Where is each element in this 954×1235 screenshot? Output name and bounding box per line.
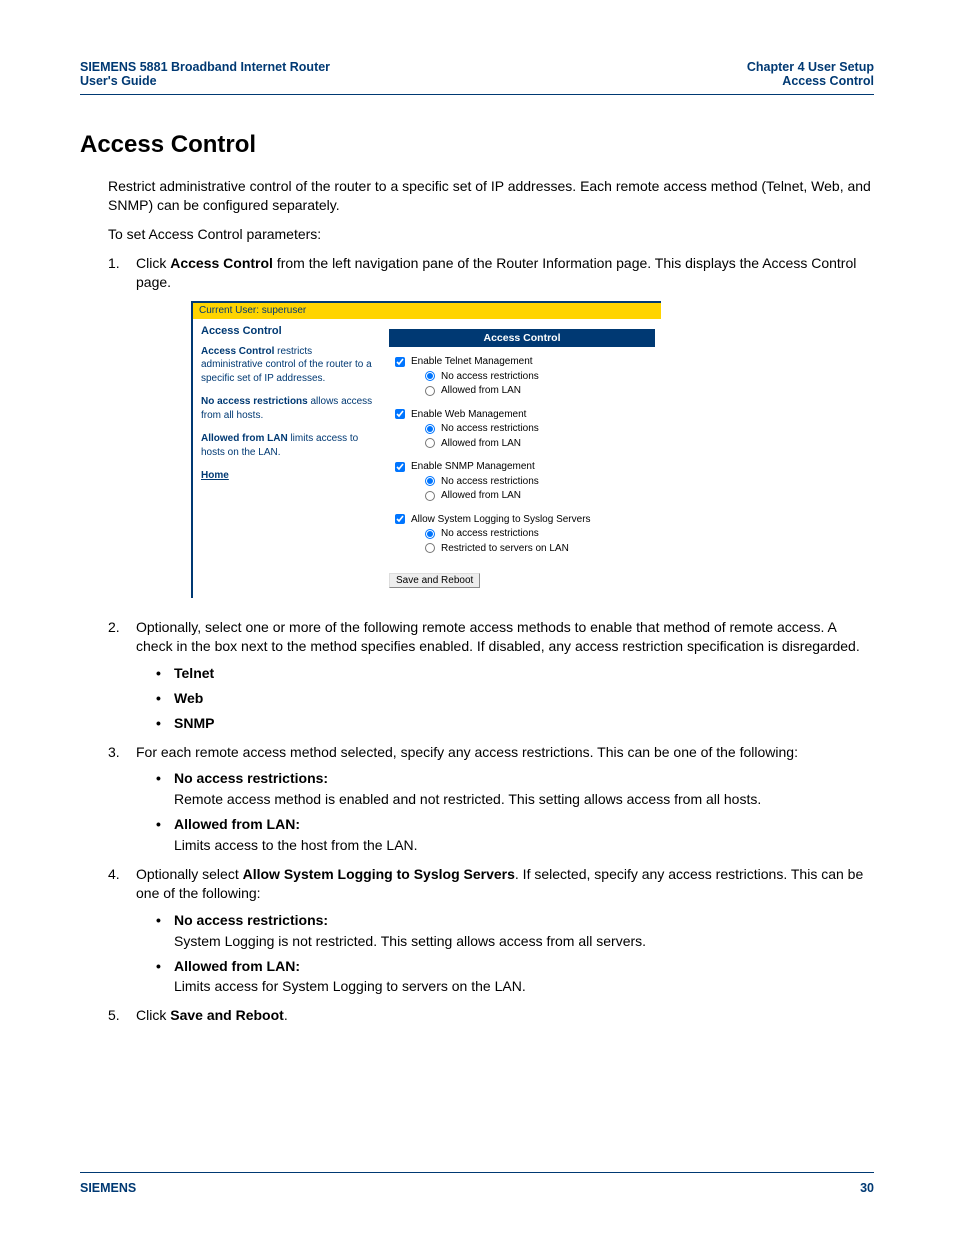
web-checkbox[interactable] bbox=[395, 409, 405, 419]
group-web: Enable Web Management No access restrict… bbox=[389, 408, 655, 451]
snmp-radio-lan[interactable] bbox=[425, 491, 435, 501]
syslog-radio-lan[interactable] bbox=[425, 543, 435, 553]
step-1-text-pre: Click bbox=[136, 255, 170, 271]
header-chapter: Chapter 4 User Setup bbox=[747, 60, 874, 74]
step-5: 5. Click Save and Reboot. bbox=[108, 1006, 874, 1025]
step-2: 2. Optionally, select one or more of the… bbox=[108, 618, 874, 732]
telnet-radio-noacc[interactable] bbox=[425, 371, 435, 381]
term-no-restrictions: No access restrictions bbox=[201, 396, 308, 407]
syslog-checkbox[interactable] bbox=[395, 514, 405, 524]
web-radio-noacc-label: No access restrictions bbox=[441, 422, 539, 436]
group-syslog: Allow System Logging to Syslog Servers N… bbox=[389, 513, 655, 556]
telnet-label: Enable Telnet Management bbox=[411, 355, 533, 369]
telnet-checkbox[interactable] bbox=[395, 357, 405, 367]
intro-paragraph-2: To set Access Control parameters: bbox=[108, 225, 874, 244]
step-4-item-lan: Allowed from LAN: Limits access for Syst… bbox=[156, 957, 874, 997]
intro-paragraph-1: Restrict administrative control of the r… bbox=[108, 177, 874, 215]
step-5-text-post: . bbox=[284, 1007, 288, 1023]
group-snmp: Enable SNMP Management No access restric… bbox=[389, 460, 655, 503]
access-control-screenshot: Current User: superuser Access Control A… bbox=[191, 301, 661, 598]
step-1: 1. Click Access Control from the left na… bbox=[108, 254, 874, 598]
snmp-radio-lan-label: Allowed from LAN bbox=[441, 489, 521, 503]
web-radio-lan-label: Allowed from LAN bbox=[441, 437, 521, 451]
web-label: Enable Web Management bbox=[411, 408, 526, 422]
step-2-text: Optionally, select one or more of the fo… bbox=[136, 619, 860, 654]
snmp-checkbox[interactable] bbox=[395, 462, 405, 472]
header-product: SIEMENS 5881 Broadband Internet Router bbox=[80, 60, 330, 74]
step-5-bold: Save and Reboot bbox=[170, 1007, 284, 1023]
web-radio-lan[interactable] bbox=[425, 438, 435, 448]
page-header: SIEMENS 5881 Broadband Internet Router U… bbox=[80, 60, 874, 95]
step-2-item-web: Web bbox=[156, 689, 874, 708]
snmp-label: Enable SNMP Management bbox=[411, 460, 535, 474]
step-2-item-telnet: Telnet bbox=[156, 664, 874, 683]
current-user-bar: Current User: superuser bbox=[193, 303, 661, 319]
group-telnet: Enable Telnet Management No access restr… bbox=[389, 355, 655, 398]
telnet-radio-lan[interactable] bbox=[425, 386, 435, 396]
step-3-item-lan: Allowed from LAN: Limits access to the h… bbox=[156, 815, 874, 855]
snmp-radio-noacc[interactable] bbox=[425, 476, 435, 486]
screenshot-left-heading: Access Control bbox=[201, 324, 375, 339]
step-4-bold: Allow System Logging to Syslog Servers bbox=[243, 866, 515, 882]
section-title: Access Control bbox=[80, 131, 874, 159]
web-radio-noacc[interactable] bbox=[425, 424, 435, 434]
header-guide: User's Guide bbox=[80, 74, 330, 88]
footer-brand: SIEMENS bbox=[80, 1181, 136, 1195]
step-4: 4. Optionally select Allow System Loggin… bbox=[108, 865, 874, 996]
screenshot-right-pane: Access Control Enable Telnet Management … bbox=[383, 319, 661, 598]
save-reboot-button[interactable]: Save and Reboot bbox=[389, 573, 480, 588]
step-5-text-pre: Click bbox=[136, 1007, 170, 1023]
screenshot-left-pane: Access Control Access Control restricts … bbox=[193, 319, 383, 493]
telnet-radio-noacc-label: No access restrictions bbox=[441, 370, 539, 384]
telnet-radio-lan-label: Allowed from LAN bbox=[441, 384, 521, 398]
term-access-control: Access Control bbox=[201, 346, 274, 357]
step-4-text-pre: Optionally select bbox=[136, 866, 243, 882]
panel-title: Access Control bbox=[389, 329, 655, 347]
header-section: Access Control bbox=[747, 74, 874, 88]
snmp-radio-noacc-label: No access restrictions bbox=[441, 475, 539, 489]
step-2-item-snmp: SNMP bbox=[156, 714, 874, 733]
syslog-radio-lan-label: Restricted to servers on LAN bbox=[441, 542, 569, 556]
term-allowed-lan: Allowed from LAN bbox=[201, 433, 288, 444]
step-4-item-noacc: No access restrictions: System Logging i… bbox=[156, 911, 874, 951]
footer-page-number: 30 bbox=[860, 1181, 874, 1195]
home-link[interactable]: Home bbox=[201, 469, 375, 483]
page-footer: SIEMENS 30 bbox=[80, 1172, 874, 1195]
step-3-item-noacc: No access restrictions: Remote access me… bbox=[156, 769, 874, 809]
step-3-text: For each remote access method selected, … bbox=[136, 744, 798, 760]
syslog-radio-noacc-label: No access restrictions bbox=[441, 527, 539, 541]
syslog-radio-noacc[interactable] bbox=[425, 529, 435, 539]
syslog-label: Allow System Logging to Syslog Servers bbox=[411, 513, 591, 527]
step-1-bold: Access Control bbox=[170, 255, 273, 271]
step-3: 3. For each remote access method selecte… bbox=[108, 743, 874, 855]
